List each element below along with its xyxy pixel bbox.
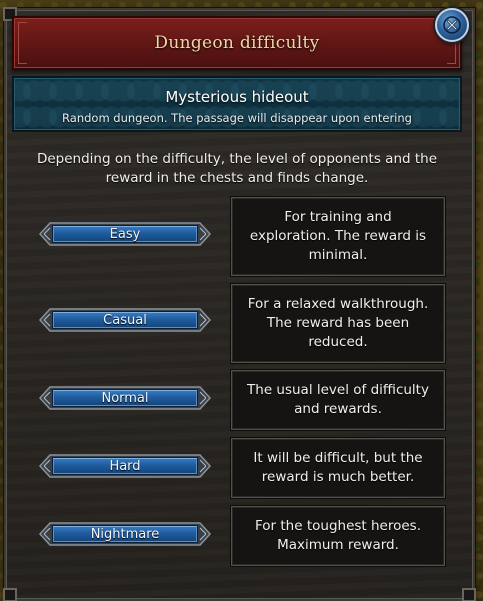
nightmare-button[interactable]: Nightmare <box>38 520 212 548</box>
difficulty-description: The usual level of difficulty and reward… <box>247 382 429 417</box>
difficulty-description-box: For the toughest heroes. Maximum reward. <box>231 506 445 566</box>
easy-button[interactable]: Easy <box>38 220 212 248</box>
difficulty-description: For the toughest heroes. Maximum reward. <box>255 518 421 553</box>
intro-text: Depending on the difficulty, the level o… <box>36 151 438 186</box>
difficulty-description-box: For a relaxed walkthrough. The reward ha… <box>231 284 445 363</box>
difficulty-description: For training and exploration. The reward… <box>249 209 427 263</box>
location-banner: Mysterious hideout Random dungeon. The p… <box>12 76 462 132</box>
difficulty-label: Casual <box>103 312 147 328</box>
corner-ornament <box>462 588 476 601</box>
button-face: Hard <box>52 457 198 475</box>
button-face: Normal <box>52 389 198 407</box>
difficulty-description: It will be difficult, but the reward is … <box>253 450 423 485</box>
difficulty-description-box: For training and exploration. The reward… <box>231 197 445 276</box>
normal-button[interactable]: Normal <box>38 384 212 412</box>
title-banner: Dungeon difficulty <box>12 16 462 70</box>
location-description: Random dungeon. The passage will disappe… <box>62 111 412 125</box>
location-name: Mysterious hideout <box>165 88 309 106</box>
hard-button[interactable]: Hard <box>38 452 212 480</box>
difficulty-label: Hard <box>109 458 141 474</box>
dialog-title: Dungeon difficulty <box>154 33 320 53</box>
button-face: Easy <box>52 225 198 243</box>
difficulty-label: Nightmare <box>90 526 160 542</box>
close-x-icon <box>443 16 461 34</box>
difficulty-description: For a relaxed walkthrough. The reward ha… <box>247 296 429 350</box>
close-button[interactable] <box>435 8 469 42</box>
button-face: Nightmare <box>52 525 198 543</box>
corner-ornament <box>3 588 17 601</box>
casual-button[interactable]: Casual <box>38 306 212 334</box>
difficulty-label: Normal <box>101 390 149 406</box>
difficulty-description-box: It will be difficult, but the reward is … <box>231 438 445 498</box>
button-face: Casual <box>52 311 198 329</box>
difficulty-label: Easy <box>109 226 141 242</box>
difficulty-description-box: The usual level of difficulty and reward… <box>231 370 445 430</box>
